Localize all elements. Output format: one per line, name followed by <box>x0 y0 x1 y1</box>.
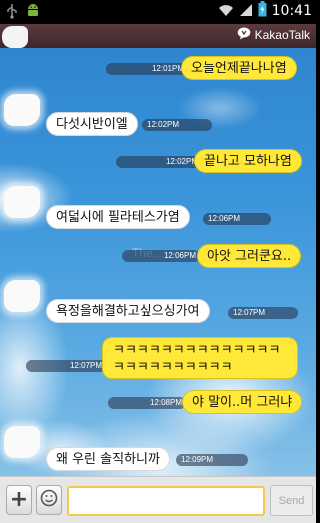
battery-icon <box>258 1 267 21</box>
app-name: KakaoTalk <box>254 28 310 42</box>
message-input-bar: + Send <box>0 476 316 523</box>
wifi-icon <box>218 2 234 21</box>
chat-partner-avatar[interactable] <box>2 26 28 48</box>
message-input[interactable] <box>67 486 265 516</box>
sender-avatar[interactable] <box>4 280 40 312</box>
message-bubble-theirs[interactable]: 욕정을해결하고싶으싱가여 <box>46 299 210 323</box>
message-bubble-mine[interactable]: ㅋㅋㅋㅋㅋㅋㅋㅋㅋㅋㅋㅋㅋㅋㅋㅋㅋㅋㅋㅋㅋㅋㅋㅋ <box>102 337 298 379</box>
usb-icon <box>6 3 18 23</box>
message-timestamp: 12:07PM <box>26 360 106 372</box>
status-bar: 10:41 <box>0 0 316 24</box>
brand: KakaoTalk <box>237 27 310 43</box>
chat-header: KakaoTalk <box>0 24 316 48</box>
message-timestamp: 12:07PM <box>228 307 298 319</box>
chat-area[interactable]: The… 12:01PM 오늘언제끝나나염 12:02PM 다섯시반이엘 12:… <box>0 48 316 476</box>
android-icon <box>26 3 40 23</box>
plus-icon: + <box>9 487 29 512</box>
message-timestamp: 12:06PM <box>122 250 200 262</box>
message-bubble-theirs[interactable]: 여덟시에 필라테스가염 <box>46 205 190 229</box>
send-button[interactable]: Send <box>270 485 313 516</box>
add-attachment-button[interactable]: + <box>6 485 32 515</box>
kakao-talk-icon <box>237 27 251 43</box>
message-timestamp: 12:01PM <box>106 63 188 75</box>
sender-avatar[interactable] <box>4 94 40 126</box>
message-bubble-theirs[interactable]: 다섯시반이엘 <box>46 112 138 136</box>
message-timestamp: 12:06PM <box>203 213 271 225</box>
message-timestamp: 12:09PM <box>176 454 248 466</box>
message-bubble-theirs[interactable]: 왜 우린 솔직하니까 <box>46 447 170 471</box>
message-bubble-mine[interactable]: 야 말이..머 그러냐 <box>182 390 303 414</box>
message-timestamp: 12:08PM <box>108 397 186 409</box>
message-bubble-mine[interactable]: 오늘언제끝나나염 <box>181 56 297 80</box>
status-time: 10:41 <box>271 3 312 19</box>
sender-avatar[interactable] <box>4 426 40 458</box>
signal-icon <box>239 2 253 21</box>
message-timestamp: 12:02PM <box>142 119 212 131</box>
message-bubble-mine[interactable]: 아앗 그러쿤요.. <box>197 244 302 268</box>
message-timestamp: 12:02PM <box>116 156 202 168</box>
emoticon-button[interactable] <box>36 485 62 515</box>
smiley-icon <box>40 489 58 511</box>
message-bubble-mine[interactable]: 끝나고 모하나염 <box>194 149 302 173</box>
sender-avatar[interactable] <box>4 186 40 218</box>
